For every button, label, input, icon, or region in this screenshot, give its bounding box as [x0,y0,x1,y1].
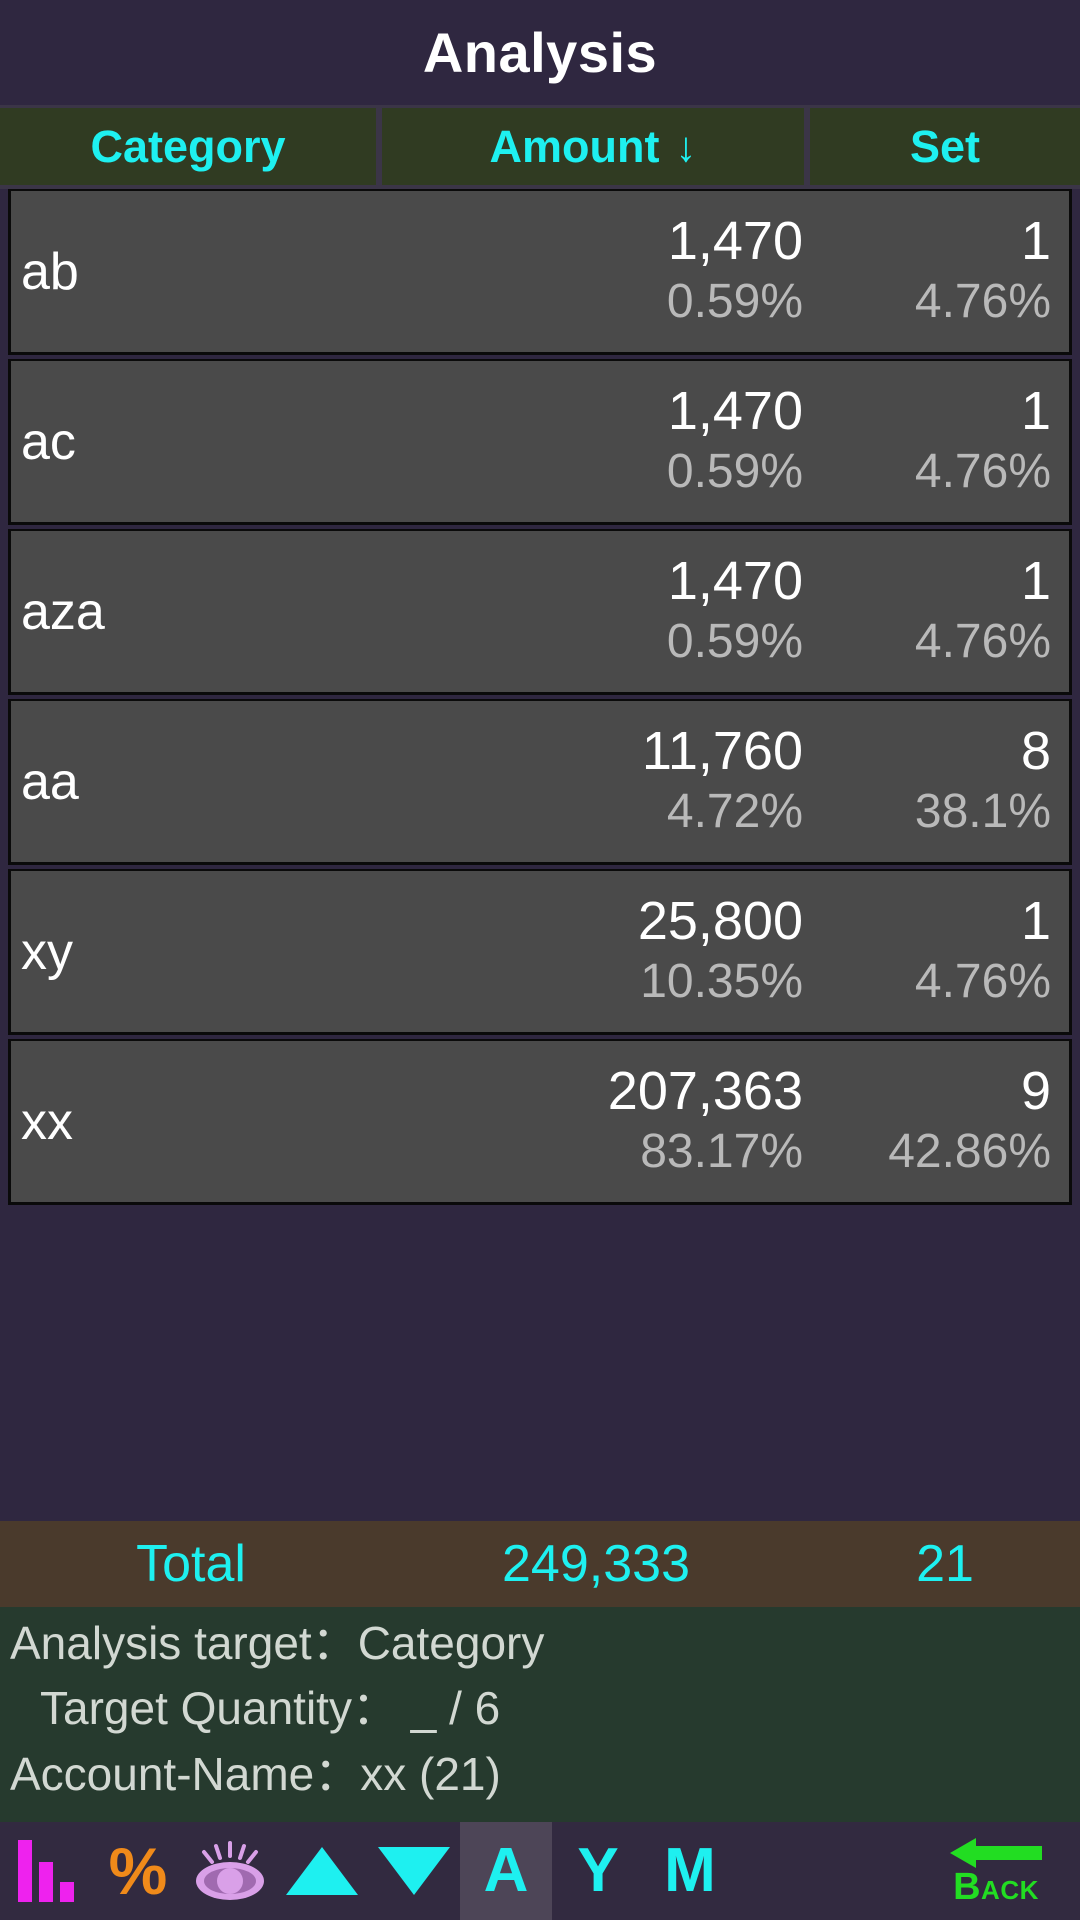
row-set-value: 1 [1020,551,1051,612]
column-header-amount[interactable]: Amount ↓ [382,108,810,189]
row-category-cell: xy [11,871,383,1032]
row-amount-cell: 11,760 4.72% [383,701,817,862]
row-category-label: ac [21,412,76,471]
row-set-percent: 42.86% [888,1124,1051,1178]
total-label: Total [136,1535,246,1593]
row-set-value: 1 [1020,891,1051,952]
row-category-cell: ab [11,191,383,352]
total-set-value: 21 [916,1535,974,1593]
row-set-percent: 4.76% [914,274,1051,328]
column-header-set[interactable]: Set [810,108,1080,189]
row-set-cell: 9 42.86% [817,1041,1069,1202]
row-amount-percent: 83.17% [640,1124,803,1178]
column-header-category-label: Category [90,121,286,172]
bottom-toolbar: % A Y M BACK [0,1822,1080,1920]
back-label-rest: ACK [981,1875,1039,1905]
title-bar: Analysis [0,0,1080,105]
scroll-up-button[interactable] [276,1822,368,1920]
column-header-category[interactable]: Category [0,108,382,189]
table-row[interactable]: aa 11,760 4.72% 8 38.1% [8,699,1072,865]
row-set-percent: 4.76% [914,444,1051,498]
row-set-cell: 1 4.76% [817,191,1069,352]
column-header-set-label: Set [909,121,981,172]
row-set-value: 1 [1020,211,1051,272]
row-amount-value: 25,800 [637,891,803,952]
back-button-label: BACK [953,1868,1039,1906]
row-amount-percent: 0.59% [666,444,803,498]
total-row: Total 249,333 21 [0,1521,1080,1607]
triangle-up-icon [286,1847,358,1895]
period-year-label: Y [577,1836,619,1905]
page-title: Analysis [422,20,658,84]
row-set-percent: 4.76% [914,614,1051,668]
row-category-cell: aza [11,531,383,692]
row-amount-percent: 0.59% [666,274,803,328]
row-category-label: ab [21,242,79,301]
period-year-button[interactable]: Y [552,1822,644,1920]
row-category-label: xy [21,922,73,981]
percent-icon: % [108,1834,168,1908]
bar-chart-icon [18,1840,74,1902]
row-amount-cell: 207,363 83.17% [383,1041,817,1202]
scroll-down-button[interactable] [368,1822,460,1920]
target-quantity-line: Target Quantity： _ / 6 [40,1682,501,1735]
table-row[interactable]: xy 25,800 10.35% 1 4.76% [8,869,1072,1035]
percent-button[interactable]: % [92,1822,184,1920]
row-amount-percent: 10.35% [640,954,803,1008]
row-category-cell: xx [11,1041,383,1202]
period-all-label: A [483,1836,529,1905]
row-category-cell: aa [11,701,383,862]
row-set-cell: 1 4.76% [817,361,1069,522]
table-row[interactable]: ac 1,470 0.59% 1 4.76% [8,359,1072,525]
row-category-label: xx [21,1092,73,1151]
info-panel: Analysis target：Category Target Quantity… [0,1607,1080,1822]
table-body: ab 1,470 0.59% 1 4.76% ac 1,470 0.59% 1 … [0,189,1080,1521]
bar-chart-button[interactable] [0,1822,92,1920]
row-set-value: 9 [1020,1061,1051,1122]
row-set-value: 8 [1020,721,1051,782]
row-category-label: aza [21,582,105,641]
row-set-cell: 8 38.1% [817,701,1069,862]
table-row[interactable]: ab 1,470 0.59% 1 4.76% [8,189,1072,355]
row-amount-percent: 0.59% [666,614,803,668]
triangle-down-icon [378,1847,450,1895]
row-amount-cell: 1,470 0.59% [383,191,817,352]
row-amount-percent: 4.72% [666,784,803,838]
row-amount-value: 207,363 [607,1061,803,1122]
period-month-button[interactable]: M [644,1822,736,1920]
row-amount-cell: 1,470 0.59% [383,361,817,522]
row-category-label: aa [21,752,79,811]
row-set-value: 1 [1020,381,1051,442]
period-month-label: M [664,1836,716,1905]
table-row[interactable]: xx 207,363 83.17% 9 42.86% [8,1039,1072,1205]
row-amount-value: 11,760 [641,721,803,782]
sort-descending-icon: ↓ [675,122,697,170]
back-button[interactable]: BACK [920,1822,1080,1920]
table-column-header: Category Amount ↓ Set [0,105,1080,189]
eye-icon [196,1841,264,1900]
row-amount-cell: 1,470 0.59% [383,531,817,692]
row-amount-value: 1,470 [667,381,803,442]
analysis-screen: Analysis Category Amount ↓ Set ab 1,470 … [0,0,1080,1920]
arrow-left-icon [950,1838,1042,1868]
row-set-percent: 4.76% [914,954,1051,1008]
column-header-amount-label: Amount [489,121,660,172]
period-all-button[interactable]: A [460,1822,552,1920]
row-category-cell: ac [11,361,383,522]
back-label-cap: B [953,1866,982,1908]
analysis-target-line: Analysis target：Category [10,1617,545,1669]
row-amount-cell: 25,800 10.35% [383,871,817,1032]
row-amount-value: 1,470 [667,551,803,612]
row-amount-value: 1,470 [667,211,803,272]
row-set-cell: 1 4.76% [817,531,1069,692]
row-set-percent: 38.1% [914,784,1051,838]
total-amount-value: 249,333 [502,1535,690,1593]
account-name-line: Account-Name：xx (21) [10,1747,501,1800]
eye-button[interactable] [184,1822,276,1920]
row-set-cell: 1 4.76% [817,871,1069,1032]
table-row[interactable]: aza 1,470 0.59% 1 4.76% [8,529,1072,695]
